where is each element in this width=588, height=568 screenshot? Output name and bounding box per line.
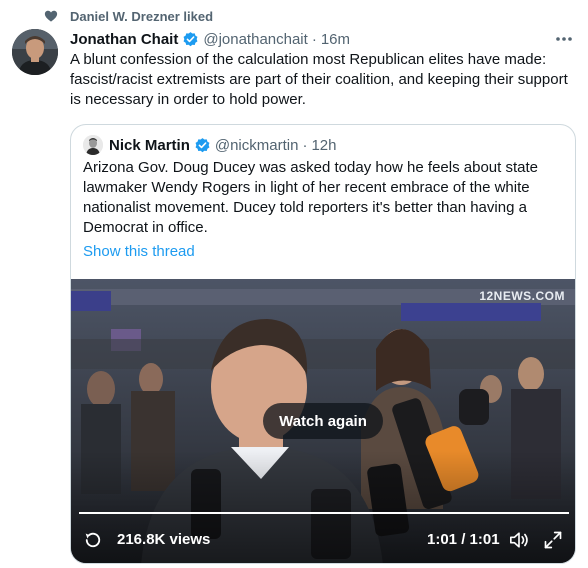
show-thread-link[interactable]: Show this thread bbox=[83, 243, 195, 260]
quoted-author-name: Nick Martin bbox=[109, 136, 190, 154]
liked-by-label[interactable]: Daniel W. Drezner liked bbox=[70, 9, 213, 24]
video-progress-bar[interactable] bbox=[79, 512, 569, 514]
video-timecode: 1:01 / 1:01 bbox=[427, 531, 500, 548]
heart-icon bbox=[44, 10, 58, 22]
author-avatar[interactable] bbox=[12, 29, 58, 75]
fullscreen-icon[interactable] bbox=[543, 530, 563, 550]
verified-badge-icon bbox=[195, 137, 210, 152]
social-context: Daniel W. Drezner liked bbox=[44, 7, 213, 25]
watch-again-button[interactable]: Watch again bbox=[263, 403, 383, 439]
more-icon bbox=[556, 37, 572, 41]
tweet-text: A blunt confession of the calculation mo… bbox=[70, 51, 568, 108]
separator-dot: · bbox=[311, 30, 317, 48]
replay-icon[interactable] bbox=[83, 530, 103, 550]
author-name[interactable]: Jonathan Chait bbox=[70, 31, 178, 48]
view-count: 216.8K views bbox=[117, 531, 211, 548]
volume-icon[interactable] bbox=[508, 530, 530, 550]
tweet-timestamp[interactable]: 16m bbox=[321, 31, 350, 48]
video-player[interactable]: 12NEWS.COM Watch again 216.8K views 1:01… bbox=[71, 279, 575, 563]
tweet-header: Jonathan Chait @jonathanchait · 16m bbox=[70, 29, 350, 49]
quoted-tweet-timestamp: 12h bbox=[311, 136, 337, 154]
news-channel-logo: 12NEWS.COM bbox=[479, 289, 565, 303]
more-options-button[interactable] bbox=[553, 30, 575, 48]
quoted-tweet-header: Nick Martin @nickmartin · 12h bbox=[83, 135, 336, 155]
quoted-tweet-card[interactable]: Nick Martin @nickmartin · 12h Arizona Go… bbox=[70, 124, 576, 564]
quoted-author-avatar bbox=[83, 135, 103, 155]
verified-badge-icon bbox=[183, 31, 198, 46]
separator-dot: · bbox=[302, 136, 308, 154]
video-controls: 216.8K views 1:01 / 1:01 bbox=[71, 525, 575, 555]
quoted-author-handle: @nickmartin bbox=[214, 136, 299, 154]
author-handle[interactable]: @jonathanchait bbox=[203, 31, 307, 48]
quoted-tweet-text: Arizona Gov. Doug Ducey was asked today … bbox=[83, 159, 538, 236]
